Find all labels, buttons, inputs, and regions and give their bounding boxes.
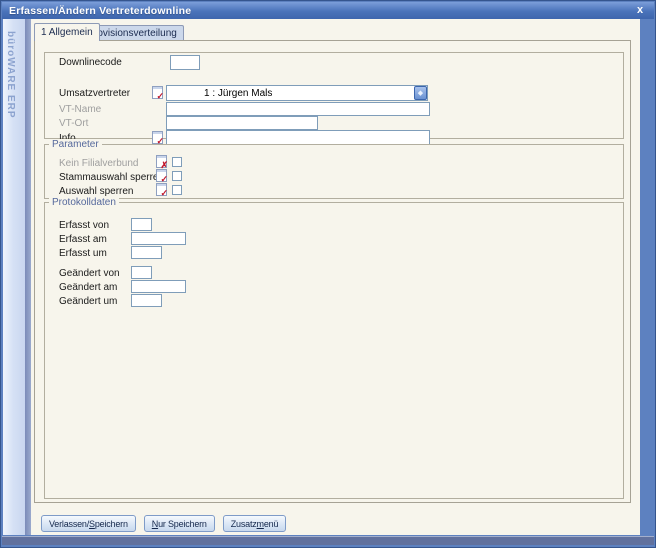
geaendert-am-input[interactable] <box>131 280 186 293</box>
erfasst-von-input[interactable] <box>131 218 152 231</box>
geaendert-am-label: Geändert am <box>59 282 117 293</box>
window-bottom-bar <box>2 536 654 545</box>
stammauswahl-sperren-label: Stammauswahl sperren <box>59 172 164 183</box>
kein-filialverbund-label: Kein Filialverbund <box>59 158 139 169</box>
protokolldaten-legend: Protokolldaten <box>49 197 119 208</box>
downlinecode-input[interactable] <box>170 55 200 70</box>
erfasst-am-label: Erfasst am <box>59 234 107 245</box>
kein-filialverbund-checkbox[interactable] <box>172 157 182 167</box>
group-stammdaten: Downlinecode Umsatzvertreter 1 : Jürgen … <box>44 52 624 139</box>
erfasst-um-input[interactable] <box>131 246 162 259</box>
geaendert-von-input[interactable] <box>131 266 152 279</box>
window-content: 1 Allgemein 2 Provisionsverteilung Downl… <box>31 19 640 535</box>
vt-ort-label: VT-Ort <box>59 118 88 129</box>
field-cross-icon[interactable] <box>156 155 167 168</box>
combo-picker-icon[interactable]: ◆ <box>414 86 427 100</box>
erfasst-von-label: Erfasst von <box>59 220 109 231</box>
nur-speichern-button[interactable]: Nur Speichern <box>144 515 215 532</box>
zusatzmenue-button[interactable]: Zusatzmenü <box>223 515 287 532</box>
stammauswahl-sperren-checkbox[interactable] <box>172 171 182 181</box>
brand-logo-text: büroWARE ERP <box>5 31 16 119</box>
downlinecode-label: Downlinecode <box>59 57 122 68</box>
field-check-icon[interactable] <box>156 169 167 182</box>
umsatzvertreter-select[interactable]: 1 : Jürgen Mals ◆ <box>166 85 428 101</box>
verlassen-speichern-button[interactable]: Verlassen/Speichern <box>41 515 136 532</box>
umsatzvertreter-label: Umsatzvertreter <box>59 88 130 99</box>
vt-ort-input[interactable] <box>166 116 318 130</box>
tab-allgemein[interactable]: 1 Allgemein <box>34 23 100 41</box>
geaendert-um-label: Geändert um <box>59 296 117 307</box>
group-protokolldaten: Protokolldaten Erfasst von Erfasst am Er… <box>44 202 624 499</box>
window-title: Erfassen/Ändern Vertreterdownline <box>9 5 633 17</box>
auswahl-sperren-label: Auswahl sperren <box>59 186 133 197</box>
geaendert-um-input[interactable] <box>131 294 162 307</box>
field-edit-icon[interactable] <box>152 131 163 144</box>
field-check-icon[interactable] <box>156 183 167 196</box>
tab-page-allgemein: Downlinecode Umsatzvertreter 1 : Jürgen … <box>34 40 631 503</box>
tab-allgemein-label: 1 Allgemein <box>41 27 93 38</box>
info-input[interactable] <box>166 130 430 145</box>
field-edit-icon[interactable] <box>152 86 163 99</box>
erfasst-am-input[interactable] <box>131 232 186 245</box>
close-icon[interactable]: x <box>633 4 647 18</box>
parameter-legend: Parameter <box>49 139 102 150</box>
erfasst-um-label: Erfasst um <box>59 248 107 259</box>
vt-name-input[interactable] <box>166 102 430 116</box>
vt-name-label: VT-Name <box>59 104 101 115</box>
button-bar: Verlassen/Speichern Nur Speichern Zusatz… <box>41 515 286 532</box>
app-window: Erfassen/Ändern Vertreterdownline x büro… <box>0 0 656 548</box>
title-bar: Erfassen/Ändern Vertreterdownline x <box>2 2 654 19</box>
umsatzvertreter-value: 1 : Jürgen Mals <box>167 88 414 99</box>
group-parameter: Parameter Kein Filialverbund Stammauswah… <box>44 144 624 199</box>
geaendert-von-label: Geändert von <box>59 268 120 279</box>
auswahl-sperren-checkbox[interactable] <box>172 185 182 195</box>
